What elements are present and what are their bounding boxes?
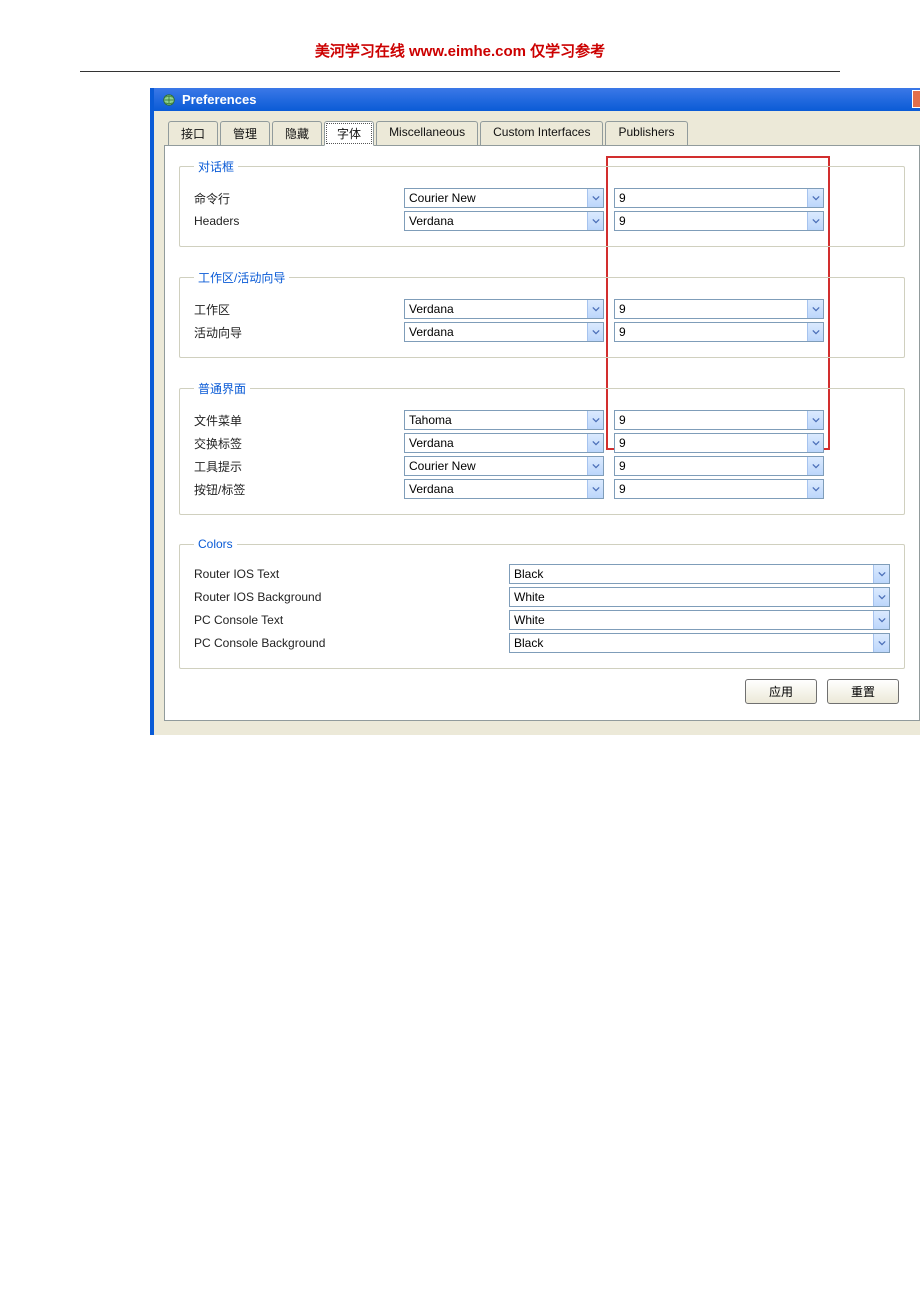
select-switch-tabs-font[interactable]: Verdana [404,433,604,453]
select-headers-size[interactable]: 9 [614,211,824,231]
app-icon [162,93,176,107]
label-buttons-labels: 按钮/标签 [194,481,394,498]
group-workspace: 工作区/活动向导 工作区 Verdana 9 活动向导 Verdana [179,269,905,358]
tab-strip: 接口 管理 隐藏 字体 Miscellaneous Custom Interfa… [164,121,920,146]
chevron-down-icon [587,189,603,207]
tab-interface[interactable]: 接口 [168,121,218,146]
close-icon[interactable] [912,90,920,108]
row-buttons-labels: 按钮/标签 Verdana 9 [194,479,890,499]
select-file-menu-size[interactable]: 9 [614,410,824,430]
group-dialog: 对话框 命令行 Courier New 9 Headers Verdan [179,158,905,247]
label-router-ios-background: Router IOS Background [194,590,499,604]
select-switch-tabs-size[interactable]: 9 [614,433,824,453]
row-commandline: 命令行 Courier New 9 [194,188,890,208]
dialog-buttons: 应用 重置 [179,679,905,704]
row-file-menu: 文件菜单 Tahoma 9 [194,410,890,430]
chevron-down-icon [587,300,603,318]
label-switch-tabs: 交换标签 [194,435,394,452]
group-workspace-legend: 工作区/活动向导 [194,269,289,286]
select-buttons-labels-size[interactable]: 9 [614,479,824,499]
row-router-ios-background: Router IOS Background White [194,587,890,607]
select-pc-console-background-color[interactable]: Black [509,633,890,653]
tab-hide[interactable]: 隐藏 [272,121,322,146]
select-commandline-size[interactable]: 9 [614,188,824,208]
chevron-down-icon [587,411,603,429]
select-router-ios-text-color[interactable]: Black [509,564,890,584]
label-router-ios-text: Router IOS Text [194,567,499,581]
chevron-down-icon [807,189,823,207]
select-workspace-font[interactable]: Verdana [404,299,604,319]
chevron-down-icon [587,480,603,498]
row-pc-console-text: PC Console Text White [194,610,890,630]
label-pc-console-background: PC Console Background [194,636,499,650]
tab-publishers[interactable]: Publishers [605,121,687,146]
chevron-down-icon [807,212,823,230]
group-colors-legend: Colors [194,537,237,551]
apply-button[interactable]: 应用 [745,679,817,704]
select-tooltip-size[interactable]: 9 [614,456,824,476]
row-headers: Headers Verdana 9 [194,211,890,231]
label-activity-wizard: 活动向导 [194,324,394,341]
label-file-menu: 文件菜单 [194,412,394,429]
tab-custom-interfaces[interactable]: Custom Interfaces [480,121,603,146]
select-pc-console-text-color[interactable]: White [509,610,890,630]
row-switch-tabs: 交换标签 Verdana 9 [194,433,890,453]
label-commandline: 命令行 [194,190,394,207]
font-tab-panel: 对话框 命令行 Courier New 9 Headers Verdan [164,145,920,721]
chevron-down-icon [873,634,889,652]
window-title: Preferences [182,92,256,107]
titlebar[interactable]: Preferences [154,88,920,111]
preferences-window: Preferences 接口 管理 隐藏 字体 Miscellaneous Cu… [150,88,920,735]
row-activity-wizard: 活动向导 Verdana 9 [194,322,890,342]
window-body: 接口 管理 隐藏 字体 Miscellaneous Custom Interfa… [154,111,920,735]
chevron-down-icon [807,300,823,318]
select-commandline-font[interactable]: Courier New [404,188,604,208]
label-workspace: 工作区 [194,301,394,318]
group-general-legend: 普通界面 [194,380,250,397]
chevron-down-icon [587,212,603,230]
chevron-down-icon [807,457,823,475]
tab-manage[interactable]: 管理 [220,121,270,146]
tab-miscellaneous[interactable]: Miscellaneous [376,121,478,146]
select-headers-font[interactable]: Verdana [404,211,604,231]
chevron-down-icon [807,480,823,498]
group-general: 普通界面 文件菜单 Tahoma 9 交换标签 Verdana [179,380,905,515]
select-workspace-size[interactable]: 9 [614,299,824,319]
chevron-down-icon [873,565,889,583]
chevron-down-icon [807,411,823,429]
select-router-ios-background-color[interactable]: White [509,587,890,607]
reset-button[interactable]: 重置 [827,679,899,704]
row-workspace: 工作区 Verdana 9 [194,299,890,319]
row-tooltip: 工具提示 Courier New 9 [194,456,890,476]
chevron-down-icon [807,323,823,341]
row-pc-console-background: PC Console Background Black [194,633,890,653]
select-buttons-labels-font[interactable]: Verdana [404,479,604,499]
chevron-down-icon [587,323,603,341]
select-tooltip-font[interactable]: Courier New [404,456,604,476]
chevron-down-icon [587,434,603,452]
select-activity-wizard-font[interactable]: Verdana [404,322,604,342]
group-colors: Colors Router IOS Text Black Router IOS … [179,537,905,669]
group-dialog-legend: 对话框 [194,158,238,175]
page-watermark: 美河学习在线 www.eimhe.com 仅学习参考 [80,0,840,72]
chevron-down-icon [807,434,823,452]
chevron-down-icon [873,611,889,629]
label-tooltip: 工具提示 [194,458,394,475]
select-file-menu-font[interactable]: Tahoma [404,410,604,430]
row-router-ios-text: Router IOS Text Black [194,564,890,584]
label-headers: Headers [194,214,394,228]
label-pc-console-text: PC Console Text [194,613,499,627]
select-activity-wizard-size[interactable]: 9 [614,322,824,342]
tab-font[interactable]: 字体 [324,121,374,146]
chevron-down-icon [873,588,889,606]
chevron-down-icon [587,457,603,475]
